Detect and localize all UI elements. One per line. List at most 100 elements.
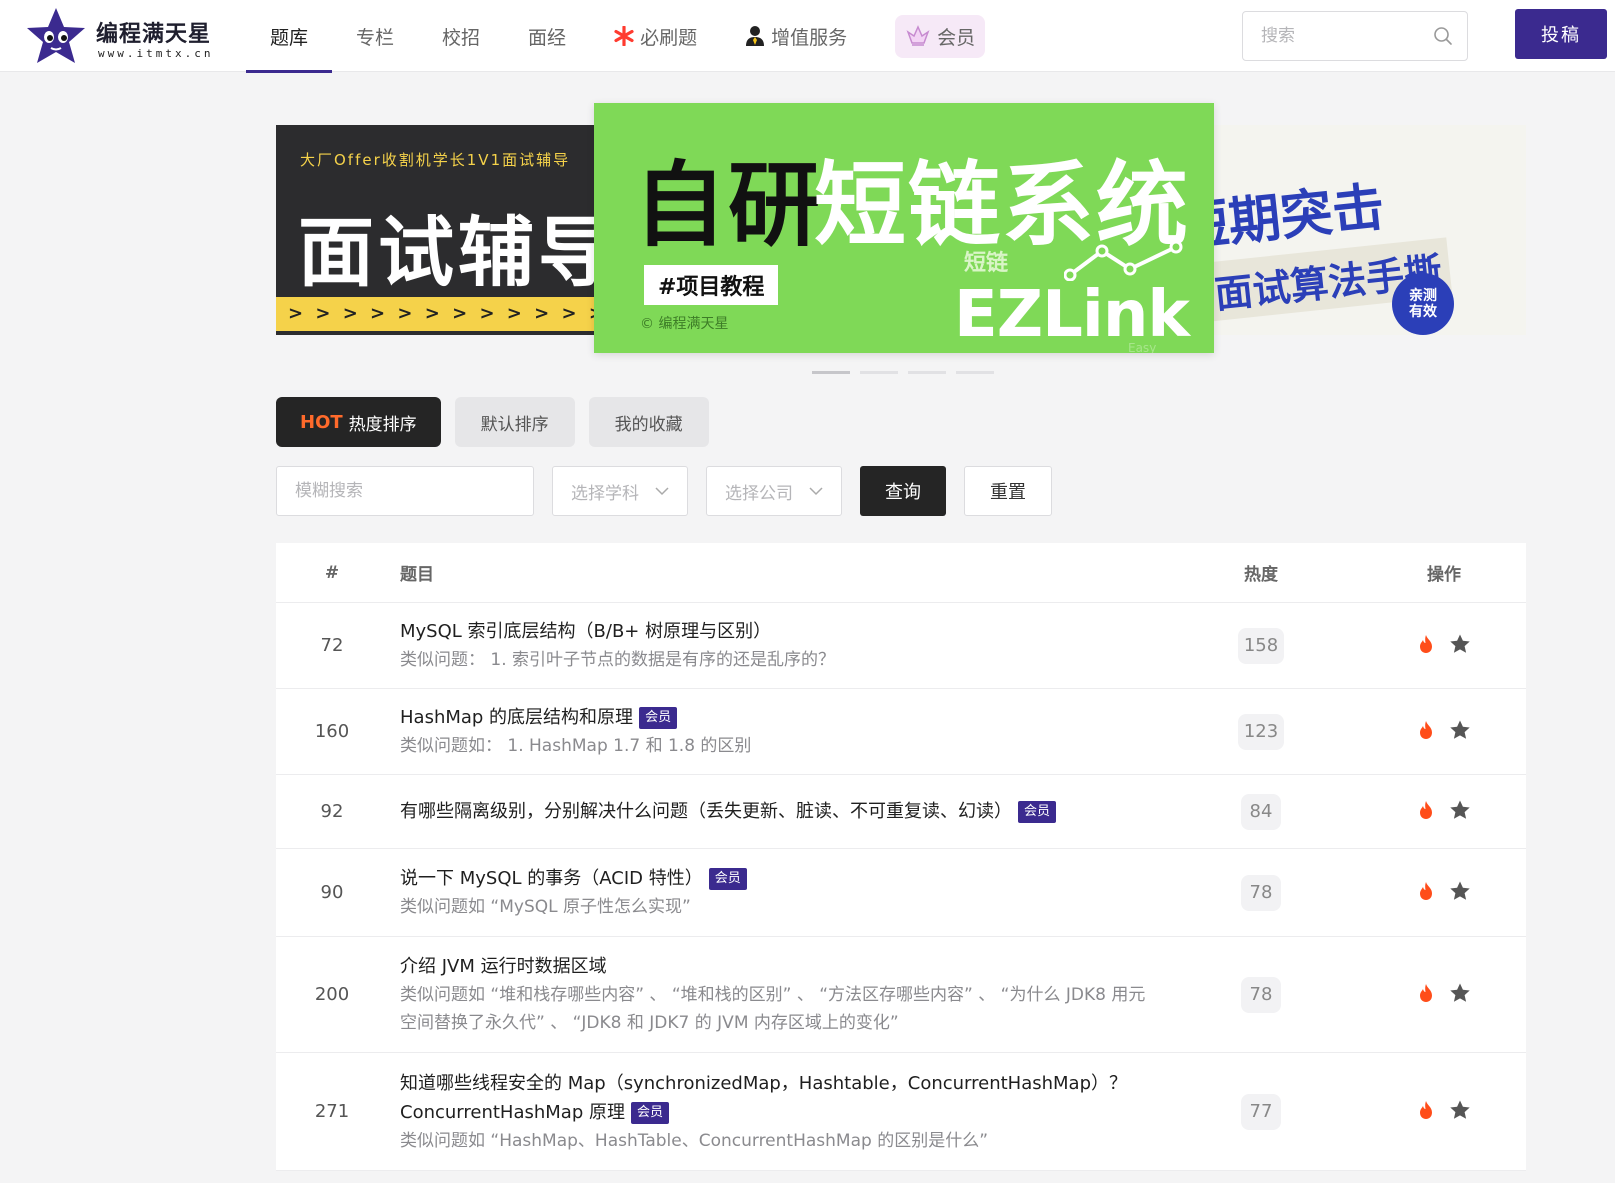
table-row[interactable]: 92 有哪些隔离级别，分别解决什么问题（丢失更新、脏读、不可重复读、幻读） 会员 … — [276, 775, 1526, 849]
table-header: # 题目 热度 操作 — [276, 543, 1526, 603]
question-title[interactable]: 有哪些隔离级别，分别解决什么问题（丢失更新、脏读、不可重复读、幻读） — [400, 801, 1012, 822]
question-cell[interactable]: 介绍 JVM 运行时数据区域 类似问题如 “堆和栈存哪些内容” 、 “堆和栈的区… — [388, 952, 1160, 1037]
nav-label: 专栏 — [356, 26, 395, 49]
row-actions — [1362, 799, 1526, 825]
col-ops: 操作 — [1427, 565, 1461, 585]
table-row[interactable]: 271 知道哪些线程安全的 Map（synchronizedMap，Hashta… — [276, 1053, 1526, 1171]
vip-badge: 会员 — [1018, 801, 1057, 823]
question-cell[interactable]: HashMap 的底层结构和原理 会员 类似问题如： 1. HashMap 1.7… — [388, 703, 1160, 760]
nav-label: 面经 — [528, 26, 567, 49]
submit-article-button[interactable]: 投稿 — [1515, 9, 1607, 59]
nav-campus[interactable]: 校招 — [418, 0, 504, 72]
col-num: # — [324, 562, 340, 583]
crown-icon — [905, 23, 931, 49]
question-cell[interactable]: 说一下 MySQL 的事务（ACID 特性） 会员 类似问题如 “MySQL 原子… — [388, 864, 1160, 921]
question-title[interactable]: 知道哪些线程安全的 Map（synchronizedMap，Hashtable，… — [400, 1073, 1127, 1123]
user-tie-icon — [745, 25, 765, 47]
nav-column[interactable]: 专栏 — [332, 0, 418, 72]
question-number: 92 — [320, 801, 344, 822]
query-button[interactable]: 查询 — [860, 466, 946, 516]
star-icon[interactable] — [1449, 1099, 1471, 1125]
heat-cell: 77 — [1160, 1093, 1362, 1130]
banner-slide-algorithm[interactable]: 短期突击 面试算法手撕 亲测 有效 — [1196, 125, 1526, 335]
vip-badge: 会员 — [639, 707, 678, 729]
fire-icon[interactable] — [1417, 720, 1435, 744]
ops-cell — [1362, 719, 1526, 745]
heat-cell: 78 — [1160, 976, 1362, 1013]
row-actions — [1362, 719, 1526, 745]
star-icon[interactable] — [1449, 982, 1471, 1008]
search-icon[interactable] — [1433, 26, 1453, 50]
reset-button[interactable]: 重置 — [964, 466, 1052, 516]
banner-slide-interview[interactable]: 大厂Offer收割机学长1V1面试辅导 面试辅导 > > > > > > > >… — [276, 125, 596, 335]
sort-by-hot[interactable]: HOT 热度排序 — [276, 397, 441, 447]
question-cell[interactable]: MySQL 索引底层结构（B/B+ 树原理与区别） 类似问题： 1. 索引叶子节… — [388, 617, 1160, 674]
banner-carousel[interactable]: 大厂Offer收割机学长1V1面试辅导 面试辅导 > > > > > > > >… — [276, 103, 1526, 383]
question-title-line[interactable]: 说一下 MySQL 的事务（ACID 特性） 会员 — [400, 864, 1160, 893]
heat-count: 158 — [1237, 627, 1285, 664]
question-title-line[interactable]: 知道哪些线程安全的 Map（synchronizedMap，Hashtable，… — [400, 1069, 1160, 1127]
nav-label: 会员 — [937, 26, 976, 49]
site-logo[interactable]: 编程满天星 www.itmtx.cn — [24, 6, 239, 66]
nav-vip[interactable]: 会员 — [871, 0, 1009, 72]
question-title[interactable]: HashMap 的底层结构和原理 — [400, 707, 633, 728]
question-number: 160 — [314, 721, 350, 742]
heat-count: 123 — [1237, 713, 1285, 750]
chevron-down-icon — [809, 487, 823, 496]
nav-value-added[interactable]: 增值服务 — [721, 0, 871, 72]
question-cell[interactable]: 知道哪些线程安全的 Map（synchronizedMap，Hashtable，… — [388, 1069, 1160, 1155]
nav-label: 增值服务 — [771, 26, 848, 49]
fire-icon[interactable] — [1417, 634, 1435, 658]
question-title-line[interactable]: MySQL 索引底层结构（B/B+ 树原理与区别） — [400, 617, 1160, 646]
search-input[interactable] — [1261, 26, 1431, 46]
similar-questions: 类似问题： 1. 索引叶子节点的数据是有序的还是乱序的？ — [400, 650, 836, 670]
fire-icon[interactable] — [1417, 800, 1435, 824]
badge-line: 亲测 — [1409, 288, 1437, 304]
company-select[interactable]: 选择公司 — [706, 466, 842, 516]
sort-tab-label: 默认排序 — [480, 414, 549, 435]
my-favorites[interactable]: 我的收藏 — [588, 397, 709, 447]
carousel-dot[interactable] — [956, 371, 994, 374]
nav-must-do[interactable]: 必刷题 — [590, 0, 721, 72]
question-table: # 题目 热度 操作 72 MySQL 索引底层结构（B/B+ 树原理与区别） … — [276, 543, 1526, 1171]
sort-default[interactable]: 默认排序 — [454, 397, 575, 447]
question-title[interactable]: 介绍 JVM 运行时数据区域 — [400, 956, 607, 977]
sort-tabs: HOT 热度排序 默认排序 我的收藏 — [276, 397, 709, 447]
star-icon[interactable] — [1449, 880, 1471, 906]
fire-icon[interactable] — [1417, 983, 1435, 1007]
heat-cell: 158 — [1160, 627, 1362, 664]
hot-mark: HOT — [300, 411, 343, 433]
subject-select[interactable]: 选择学科 — [552, 466, 688, 516]
table-row[interactable]: 200 介绍 JVM 运行时数据区域 类似问题如 “堆和栈存哪些内容” 、 “堆… — [276, 937, 1526, 1053]
banner-slide-ezlink[interactable]: 自研 短链系统 #项目教程 © 编程满天星 短链 EZLink Easy — [594, 103, 1214, 353]
ops-cell — [1362, 1099, 1526, 1125]
star-icon[interactable] — [1449, 633, 1471, 659]
question-cell[interactable]: 有哪些隔离级别，分别解决什么问题（丢失更新、脏读、不可重复读、幻读） 会员 — [388, 797, 1160, 826]
fire-icon[interactable] — [1417, 1100, 1435, 1124]
question-title-line[interactable]: HashMap 的底层结构和原理 会员 — [400, 703, 1160, 732]
star-icon[interactable] — [1449, 799, 1471, 825]
question-title-line[interactable]: 介绍 JVM 运行时数据区域 — [400, 952, 1160, 981]
badge-line: 有效 — [1409, 304, 1437, 320]
carousel-dot[interactable] — [908, 371, 946, 374]
header-search[interactable] — [1242, 11, 1468, 61]
fire-icon[interactable] — [1417, 881, 1435, 905]
question-title[interactable]: MySQL 索引底层结构（B/B+ 树原理与区别） — [400, 621, 771, 642]
nav-interview-exp[interactable]: 面经 — [504, 0, 590, 72]
slide-headline-dark: 自研 — [634, 152, 823, 259]
carousel-dot[interactable] — [860, 371, 898, 374]
row-actions — [1362, 880, 1526, 906]
effective-badge: 亲测 有效 — [1392, 273, 1454, 335]
carousel-dot[interactable] — [812, 371, 850, 374]
fuzzy-search-input[interactable] — [276, 466, 534, 516]
star-icon[interactable] — [1449, 719, 1471, 745]
question-title[interactable]: 说一下 MySQL 的事务（ACID 特性） — [400, 868, 703, 889]
heat-cell: 78 — [1160, 874, 1362, 911]
question-title-line[interactable]: 有哪些隔离级别，分别解决什么问题（丢失更新、脏读、不可重复读、幻读） 会员 — [400, 797, 1160, 826]
table-row[interactable]: 160 HashMap 的底层结构和原理 会员 类似问题如： 1. HashMap… — [276, 689, 1526, 775]
nav-question-bank[interactable]: 题库 — [246, 0, 333, 73]
table-row[interactable]: 72 MySQL 索引底层结构（B/B+ 树原理与区别） 类似问题： 1. 索引… — [276, 603, 1526, 689]
select-placeholder: 选择学科 — [571, 483, 639, 504]
table-row[interactable]: 90 说一下 MySQL 的事务（ACID 特性） 会员 类似问题如 “MySQL… — [276, 849, 1526, 937]
col-hot: 热度 — [1244, 565, 1278, 585]
